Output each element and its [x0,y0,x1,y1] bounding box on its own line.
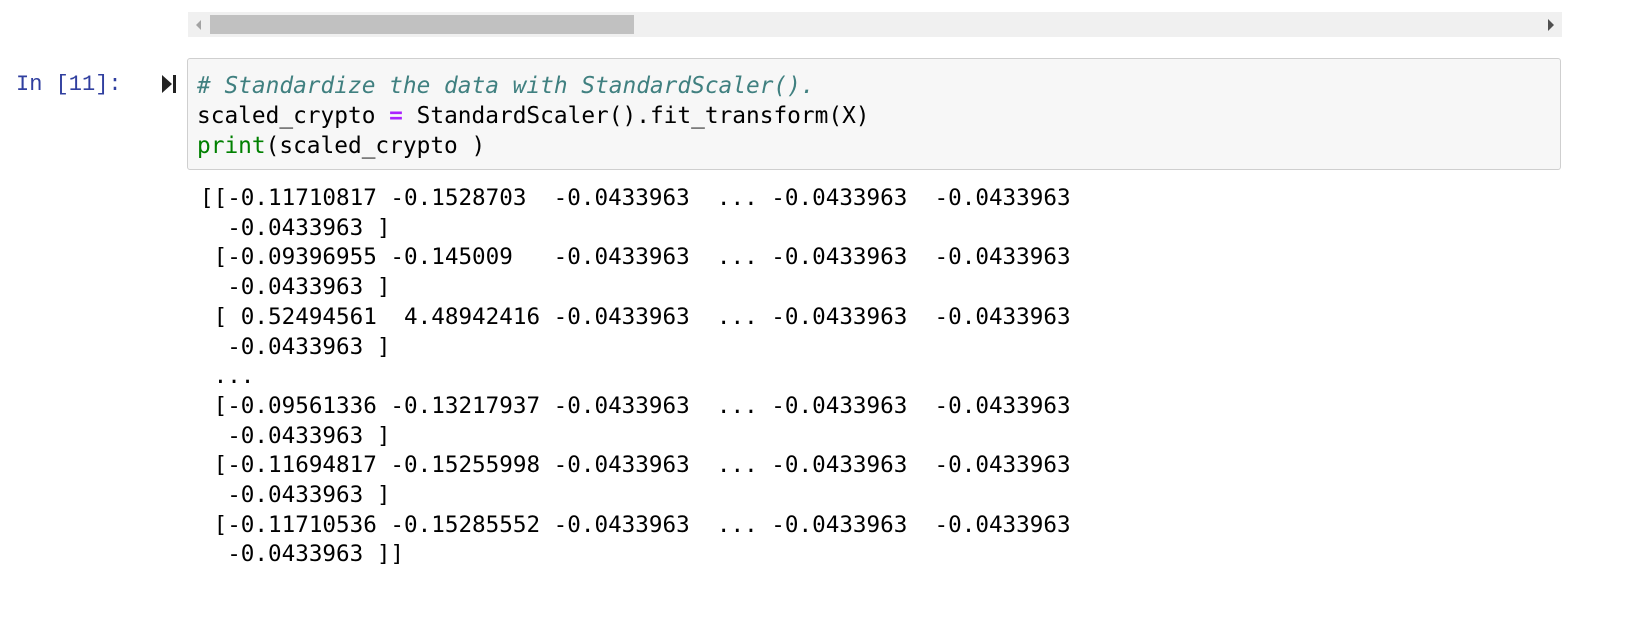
code-editor[interactable]: # Standardize the data with StandardScal… [197,71,870,161]
output-line: -0.0433963 ] [200,482,391,509]
output-line: -0.0433963 ]] [200,541,405,568]
code-text: StandardScaler().fit_transform(X) [402,103,870,129]
code-operator: = [389,103,403,129]
output-line: ... [200,363,255,390]
output-line: -0.0433963 ] [200,214,391,241]
output-line: -0.0433963 ] [200,422,391,449]
code-cell-input[interactable]: # Standardize the data with StandardScal… [187,58,1561,170]
arrow-left-icon[interactable] [196,20,201,30]
code-comment: # Standardize the data with StandardScal… [197,73,815,99]
output-line: -0.0433963 ] [200,274,391,301]
output-line: [-0.09396955 -0.145009 -0.0433963 ... -0… [200,244,1071,271]
output-line: [ 0.52494561 4.48942416 -0.0433963 ... -… [200,303,1071,330]
output-line: -0.0433963 ] [200,333,391,360]
output-line: [-0.11710536 -0.15285552 -0.0433963 ... … [200,511,1071,538]
output-line: [-0.11694817 -0.15255998 -0.0433963 ... … [200,452,1071,479]
code-builtin: print [197,133,266,159]
output-line: [-0.09561336 -0.13217937 -0.0433963 ... … [200,392,1071,419]
code-text: scaled_crypto [197,103,390,129]
output-line: [[-0.11710817 -0.1528703 -0.0433963 ... … [200,185,1071,211]
code-text: (scaled_crypto ) [265,133,486,159]
cell-prompt: In [11]: [16,72,122,97]
horizontal-scrollbar[interactable] [188,12,1562,37]
cell-output: [[-0.11710817 -0.1528703 -0.0433963 ... … [200,184,1071,570]
scrollbar-thumb[interactable] [210,15,634,34]
arrow-right-icon[interactable] [1548,19,1554,31]
run-cell-icon[interactable] [160,73,178,95]
